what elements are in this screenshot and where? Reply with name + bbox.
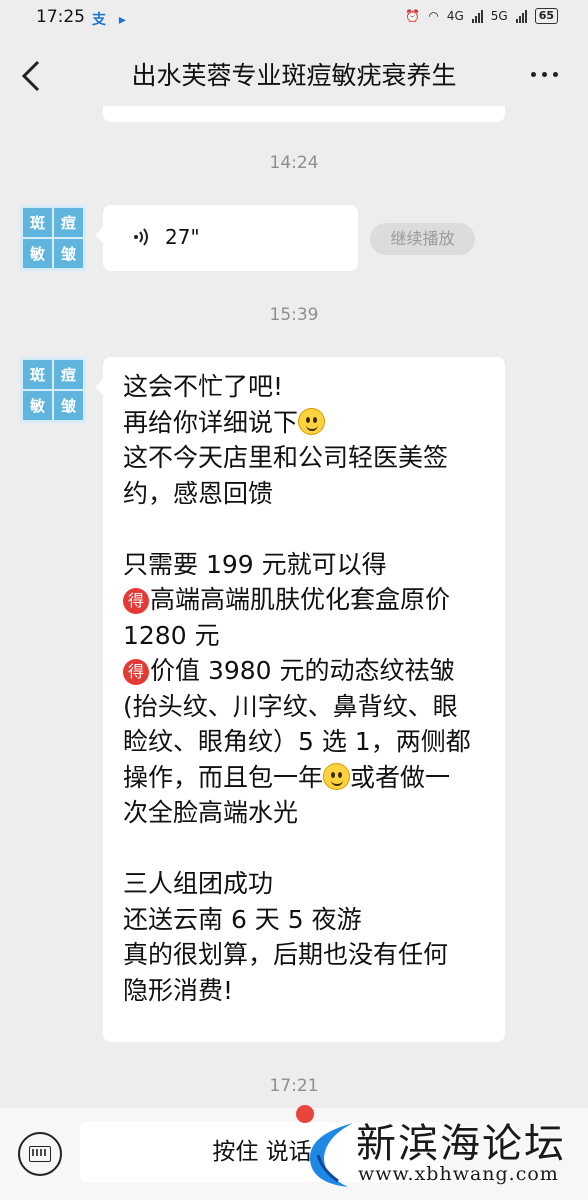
watermark-title: 新滨海论坛 [356,1121,566,1167]
network-4g-label: 4G [446,9,464,23]
keyboard-icon[interactable] [18,1132,62,1176]
message-line: 次全脸高端水光 [123,798,299,827]
message-line: 还送云南 6 天 5 夜游 [123,904,362,934]
message-line: 操作，而且包一年 或者做一 [123,762,451,792]
avatar[interactable]: 斑 痘 敏 皱 [20,205,86,271]
avatar-char: 斑 [23,208,52,237]
avatar[interactable]: 斑 痘 敏 皱 [20,357,86,423]
message-line: (抬头纹、川字纹、鼻背纹、眼 [123,691,458,721]
smile-emoji-icon [298,407,326,435]
timestamp: 15:39 [269,305,319,325]
message-line [123,831,493,867]
message-text: 这会不忙了吧! 再给你详细说下 这不今天店里和公司轻医美签 约，感恩回馈 只需要… [123,369,493,1008]
wifi-icon: ◠ [428,9,439,23]
avatar-char: 痘 [54,360,83,389]
status-bar: 17:25 支 ▸ ⏰ ◠ 4G 5G 65 [0,0,588,36]
more-options-icon[interactable] [531,72,558,77]
continue-playback-button[interactable]: 继续播放 [370,223,475,255]
message-line: 约，感恩回馈 [123,478,274,508]
watermark-url: www.xbhwang.com [358,1163,559,1185]
text-message-bubble[interactable]: 这会不忙了吧! 再给你详细说下 这不今天店里和公司轻医美签 约，感恩回馈 只需要… [95,357,505,1042]
avatar-char: 皱 [54,391,83,420]
timestamp: 14:24 [269,153,319,173]
message-line: 1280 元 [123,620,220,650]
voice-duration: 27" [165,225,200,249]
status-time: 17:25 [36,7,85,27]
message-line: 隐形消费! [123,975,234,1005]
message-line [123,511,493,547]
message-line: 只需要 199 元就可以得 [123,549,387,579]
chat-header: 出水芙蓉专业斑痘敏疣衰养生 [0,36,588,116]
message-line: 三人组团成功 [123,869,274,898]
timestamp: 17:21 [269,1076,319,1096]
message-line: 再给你详细说下 [123,405,493,441]
back-arrow-icon[interactable] [18,58,46,94]
smile-emoji-icon [323,762,351,790]
battery-icon: 65 [534,8,558,24]
avatar-char: 斑 [23,360,52,389]
alarm-icon: ⏰ [405,9,421,23]
voice-wave-icon [134,228,148,246]
voice-message-bubble[interactable]: 27" [95,205,358,271]
signal-icon-2 [515,9,527,23]
message-line: 真的很划算，后期也没有任何 [123,940,449,969]
de-badge-icon: 得 [123,588,149,614]
status-indicators: ⏰ ◠ 4G 5G 65 [405,8,558,24]
avatar-char: 敏 [23,391,52,420]
message-line: 得价值 3980 元的动态纹祛皱 [123,653,493,689]
network-5g-label: 5G [490,9,508,23]
message-line: 这不今天店里和公司轻医美签 [123,443,449,472]
avatar-char: 皱 [54,239,83,268]
message-line: 睑纹、眼角纹）5 选 1，两侧都 [123,727,471,756]
signal-icon [471,9,483,23]
notification-icons: 支 ▸ [92,12,130,28]
watermark-logo-icon [309,1123,353,1187]
message-line: 这会不忙了吧! [123,372,284,401]
chat-title: 出水芙蓉专业斑痘敏疣衰养生 [131,61,457,90]
previous-message-bubble [103,106,505,122]
de-badge-icon: 得 [123,659,149,685]
avatar-char: 敏 [23,239,52,268]
message-line: 得高端高端肌肤优化套盒原价 [123,582,493,618]
watermark: 新滨海论坛 www.xbhwang.com [290,1105,588,1200]
avatar-char: 痘 [54,208,83,237]
